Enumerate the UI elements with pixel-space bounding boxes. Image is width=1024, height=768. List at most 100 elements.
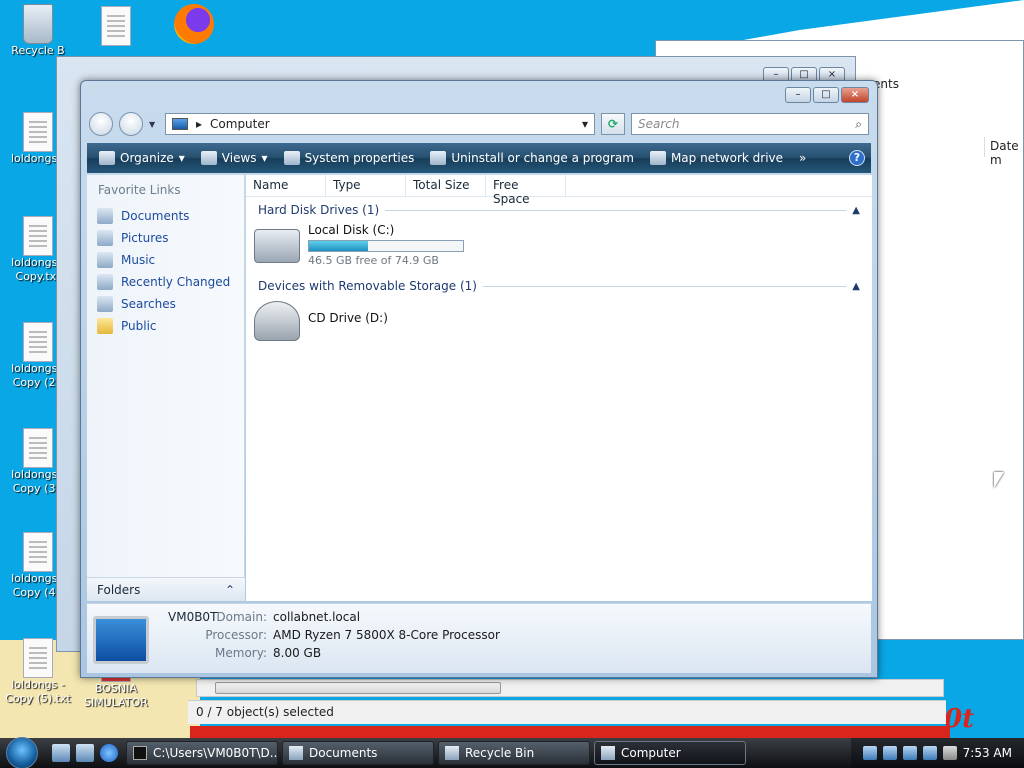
- taskbar-button-cmd[interactable]: C:\Users\VM0B0T\D...: [126, 741, 278, 765]
- folder-icon: [289, 746, 303, 760]
- show-desktop-icon[interactable]: [52, 744, 70, 762]
- nav-link-public[interactable]: Public: [87, 315, 244, 337]
- taskbar-button-computer[interactable]: Computer: [594, 741, 746, 765]
- navigation-pane: Favorite Links Documents Pictures Music …: [87, 175, 245, 601]
- text-file-icon: [23, 112, 53, 152]
- status-bar: 0 / 7 object(s) selected: [188, 700, 946, 724]
- horizontal-scrollbar[interactable]: [196, 679, 944, 697]
- nav-link-documents[interactable]: Documents: [87, 205, 244, 227]
- drive-free-space: 46.5 GB free of 74.9 GB: [308, 254, 439, 267]
- music-icon: [97, 252, 113, 268]
- system-properties-button[interactable]: System properties: [278, 149, 421, 167]
- details-pane: VM0B0T Domain: collabnet.local Processor…: [87, 603, 871, 673]
- back-button[interactable]: [89, 112, 113, 136]
- column-header-name[interactable]: Name: [246, 175, 326, 196]
- forward-button[interactable]: [119, 112, 143, 136]
- volume-muted-icon[interactable]: [942, 746, 957, 760]
- column-header-date[interactable]: Date m: [984, 137, 1024, 167]
- column-header-type[interactable]: Type: [326, 175, 406, 196]
- desktop-icon-firefox[interactable]: [158, 4, 230, 44]
- close-button[interactable]: ×: [841, 87, 869, 103]
- taskbar: C:\Users\VM0B0T\D... Documents Recycle B…: [0, 737, 1024, 768]
- desktop-icon-recycle-bin[interactable]: Recycle B: [2, 4, 74, 58]
- organize-icon: [99, 151, 115, 165]
- chevron-up-icon: ⌃: [224, 582, 235, 597]
- internet-explorer-icon[interactable]: [100, 744, 118, 762]
- documents-icon: [97, 208, 113, 224]
- address-dropdown-icon[interactable]: ▾: [582, 117, 588, 131]
- group-title: Devices with Removable Storage (1): [258, 279, 477, 293]
- desktop-icon-text-file[interactable]: [80, 6, 152, 46]
- address-bar[interactable]: ▸ Computer ▾: [165, 113, 595, 135]
- column-header-free-space[interactable]: Free Space: [486, 175, 566, 206]
- nav-link-music[interactable]: Music: [87, 249, 244, 271]
- nav-link-pictures[interactable]: Pictures: [87, 227, 244, 249]
- desktop-icon-label: BOSNIA SIMULATOR: [84, 682, 148, 709]
- recent-pages-dropdown[interactable]: ▼: [149, 120, 159, 129]
- status-text: 0 / 7 object(s) selected: [196, 705, 334, 719]
- column-headers: Name Type Total Size Free Space: [246, 175, 872, 206]
- start-button[interactable]: [0, 737, 44, 768]
- views-button[interactable]: Views ▾: [195, 149, 274, 167]
- collapse-icon[interactable]: ▲: [852, 281, 860, 292]
- help-icon[interactable]: ?: [849, 150, 865, 166]
- command-bar: Organize ▾ Views ▾ System properties Unins…: [87, 143, 871, 173]
- organize-button[interactable]: Organize ▾: [93, 149, 191, 167]
- map-network-drive-button[interactable]: Map network drive: [644, 149, 789, 167]
- computer-name: VM0B0T: [168, 610, 218, 624]
- taskbar-button-documents[interactable]: Documents: [282, 741, 434, 765]
- windows-logo-icon: [6, 737, 38, 768]
- group-header-removable-storage[interactable]: Devices with Removable Storage (1) ▲: [246, 269, 872, 295]
- scrollbar-thumb[interactable]: [215, 682, 501, 694]
- hard-drive-icon: [254, 229, 300, 263]
- uninstall-icon: [430, 151, 447, 165]
- folders-toggle[interactable]: Folders ⌃: [87, 577, 245, 601]
- taskbar-button-recycle-bin[interactable]: Recycle Bin: [438, 741, 590, 765]
- column-header-total-size[interactable]: Total Size: [406, 175, 486, 196]
- display-icon[interactable]: [922, 746, 937, 760]
- refresh-button[interactable]: ⟳: [601, 113, 625, 135]
- search-icon[interactable]: ⌕: [855, 117, 862, 132]
- recycle-bin-icon: [445, 746, 459, 760]
- breadcrumb-computer[interactable]: Computer: [210, 117, 574, 131]
- searches-icon: [97, 296, 113, 312]
- text-file-icon: [23, 428, 53, 468]
- clock[interactable]: 7:53 AM: [963, 746, 1012, 760]
- text-file-icon: [101, 6, 131, 46]
- switch-windows-icon[interactable]: [76, 744, 94, 762]
- wallpaper-red-strip: [190, 726, 950, 738]
- drive-cd-d[interactable]: CD Drive (D:): [246, 295, 872, 345]
- network-icon[interactable]: [862, 746, 877, 760]
- search-box[interactable]: Search ⌕: [631, 113, 869, 135]
- security-icon[interactable]: [882, 746, 897, 760]
- collapse-icon[interactable]: ▲: [852, 205, 860, 216]
- address-row: ▼ ▸ Computer ▾ ⟳ Search ⌕: [89, 111, 869, 137]
- more-commands-button[interactable]: »: [793, 149, 812, 167]
- nav-link-searches[interactable]: Searches: [87, 293, 244, 315]
- uninstall-program-button[interactable]: Uninstall or change a program: [424, 149, 640, 167]
- text-file-icon: [23, 216, 53, 256]
- search-placeholder: Search: [638, 117, 680, 131]
- network-status-icon[interactable]: [902, 746, 917, 760]
- recycle-bin-icon: [23, 4, 53, 44]
- detail-processor: Processor: AMD Ryzen 7 5800X 8-Core Proc…: [205, 628, 500, 642]
- drive-local-disk-c[interactable]: Local Disk (C:) 46.5 GB free of 74.9 GB: [246, 219, 872, 269]
- views-icon: [200, 151, 217, 165]
- mouse-cursor: [994, 472, 1004, 488]
- drive-usage-bar: [308, 240, 464, 252]
- wallpaper-text: 0t: [944, 704, 975, 734]
- maximize-button[interactable]: □: [813, 87, 839, 103]
- computer-window[interactable]: – □ × ▼ ▸ Computer ▾ ⟳ Search ⌕ Organize…: [80, 80, 878, 678]
- computer-icon: [172, 118, 188, 130]
- detail-memory: Memory: 8.00 GB: [215, 646, 322, 660]
- file-list: Name Type Total Size Free Space Hard Dis…: [246, 175, 872, 601]
- group-divider: [482, 285, 847, 287]
- group-header-hard-disk-drives[interactable]: Hard Disk Drives (1) ▲: [246, 197, 872, 219]
- cd-drive-icon: [254, 301, 300, 341]
- network-drive-icon: [649, 151, 666, 165]
- computer-icon: [601, 746, 615, 760]
- nav-link-recently-changed[interactable]: Recently Changed: [87, 271, 244, 293]
- minimize-button[interactable]: –: [785, 87, 811, 103]
- computer-monitor-icon: [93, 616, 149, 664]
- drive-name: CD Drive (D:): [308, 311, 388, 325]
